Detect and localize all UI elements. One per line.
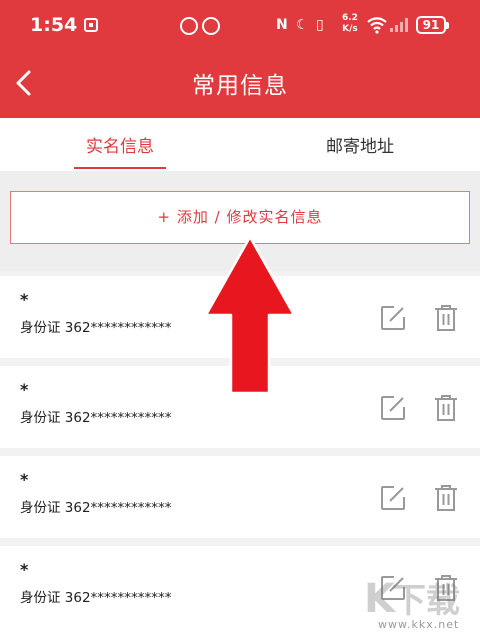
sync-icon (180, 17, 198, 35)
annotation-up-arrow-icon (204, 235, 296, 395)
trash-icon[interactable] (434, 484, 458, 512)
network-speed: 6.2 K/s (342, 13, 358, 35)
record-id: 身份证 362************ (20, 320, 172, 336)
vibrate-icon: ▯ (316, 17, 324, 33)
record-id: 身份证 362************ (20, 500, 172, 516)
battery-icon: 91 (416, 16, 449, 34)
record-id: 身份证 362************ (20, 590, 172, 606)
record-name: * (20, 560, 29, 579)
record-name: * (20, 290, 29, 309)
header-bar: 1:54 N ☾ ▯ 6.2 K/s 91 常用信息 (0, 0, 480, 118)
nfc-icon: N (276, 17, 288, 33)
speedometer-icon (202, 17, 220, 35)
record-name: * (20, 470, 29, 489)
tab-mailing-address[interactable]: 邮寄地址 (304, 132, 416, 157)
svg-text:下载: 下载 (392, 581, 460, 621)
signal-icon (390, 18, 408, 32)
status-time: 1:54 (30, 14, 78, 36)
record-card: * 身份证 362************ (0, 456, 480, 538)
tab-bar: 实名信息 邮寄地址 (0, 118, 480, 171)
wifi-icon (367, 17, 387, 34)
notification-icon (84, 18, 98, 32)
record-name: * (20, 380, 29, 399)
status-bar: 1:54 N ☾ ▯ 6.2 K/s 91 (0, 0, 480, 52)
edit-icon[interactable] (380, 305, 406, 331)
edit-icon[interactable] (380, 395, 406, 421)
trash-icon[interactable] (434, 394, 458, 422)
record-id: 身份证 362************ (20, 410, 172, 426)
tab-real-name-info[interactable]: 实名信息 (74, 132, 166, 169)
page-title: 常用信息 (192, 73, 288, 99)
network-speed-unit: K/s (342, 24, 358, 34)
moon-icon: ☾ (296, 17, 309, 33)
network-speed-value: 6.2 (342, 13, 358, 23)
edit-icon[interactable] (380, 485, 406, 511)
watermark-site: www.kkx.net (378, 618, 460, 631)
trash-icon[interactable] (434, 304, 458, 332)
